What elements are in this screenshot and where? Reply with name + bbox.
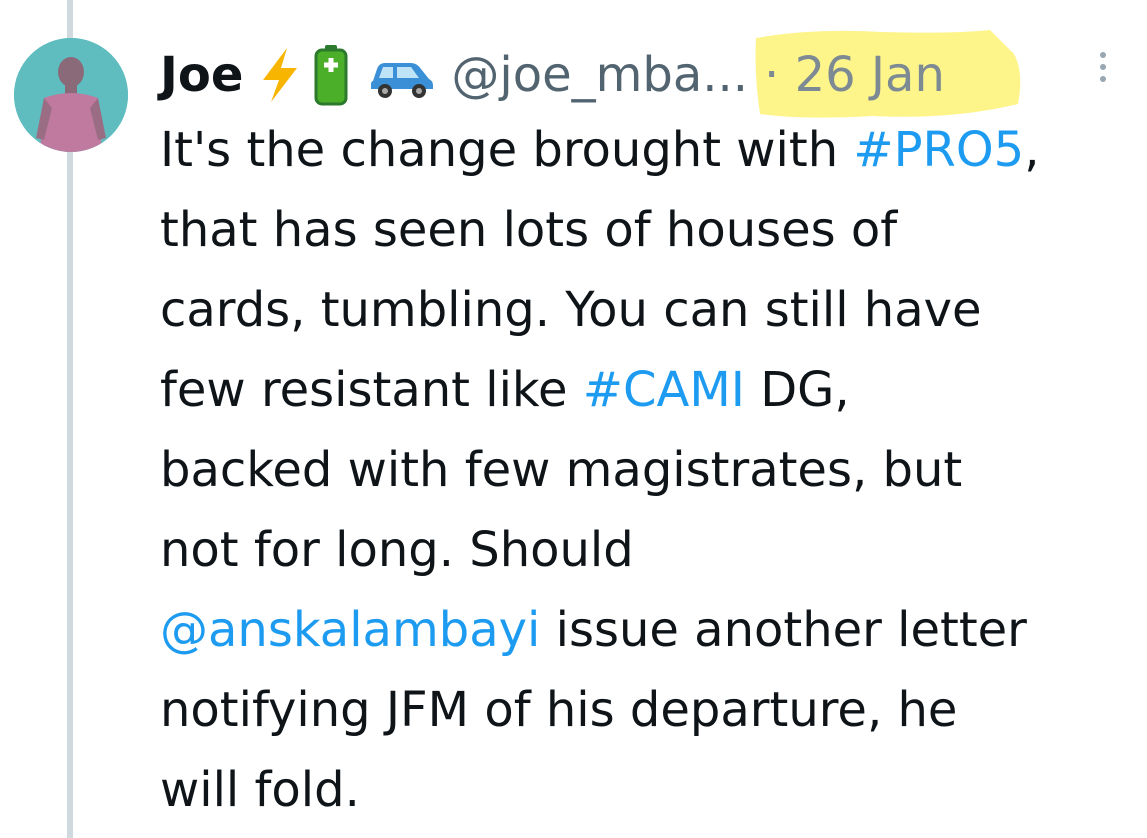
more-options-icon[interactable] <box>1095 52 1111 92</box>
tweet-text-segment: few resistant like <box>160 362 583 418</box>
author-handle[interactable]: @joe_mba... <box>451 51 748 99</box>
tweet-text-segment: cards, tumbling. You can still have <box>160 282 982 338</box>
mention-link[interactable]: @anskalambayi <box>160 602 540 658</box>
tweet-text-line: notifying JFM of his departure, he <box>160 670 1140 750</box>
tweet-text-segment: backed with few magistrates, but <box>160 442 963 498</box>
car-icon <box>367 51 437 99</box>
tweet-text-line: not for long. Should <box>160 510 1140 590</box>
tweet-text-line: that has seen lots of houses of <box>160 190 1140 270</box>
tweet-text-segment: issue another letter <box>540 602 1027 658</box>
tweet-text-segment: not for long. Should <box>160 522 634 578</box>
tweet-text-segment: It's the change brought with <box>160 122 854 178</box>
lightning-icon <box>257 46 303 104</box>
tweet-text-segment: , <box>1024 122 1040 178</box>
tweet-text-line: will fold. <box>160 750 1140 830</box>
tweet-header: Joe @joe_mba... · 26 Jan <box>160 30 1140 118</box>
avatar-person-icon <box>14 38 128 152</box>
tweet-text: It's the change brought with #PRO5, that … <box>160 110 1140 830</box>
tweet-text-line: few resistant like #CAMI DG, <box>160 350 1140 430</box>
tweet-text-segment: notifying JFM of his departure, he <box>160 682 958 738</box>
tweet-text-segment: that has seen lots of houses of <box>160 202 898 258</box>
hashtag-link[interactable]: #CAMI <box>583 362 745 418</box>
tweet-text-line: backed with few magistrates, but <box>160 430 1140 510</box>
battery-icon <box>313 44 349 106</box>
tweet-text-segment: will fold. <box>160 762 360 818</box>
author-name[interactable]: Joe <box>160 51 243 99</box>
tweet-text-line: @anskalambayi issue another letter <box>160 590 1140 670</box>
timestamp-container: · 26 Jan <box>755 30 1021 118</box>
tweet-date[interactable]: · 26 Jan <box>758 51 945 99</box>
hashtag-link[interactable]: #PRO5 <box>853 122 1024 178</box>
tweet-text-segment: DG, <box>744 362 850 418</box>
tweet-text-line: It's the change brought with #PRO5, <box>160 110 1140 190</box>
tweet-text-line: cards, tumbling. You can still have <box>160 270 1140 350</box>
avatar[interactable] <box>14 38 128 152</box>
